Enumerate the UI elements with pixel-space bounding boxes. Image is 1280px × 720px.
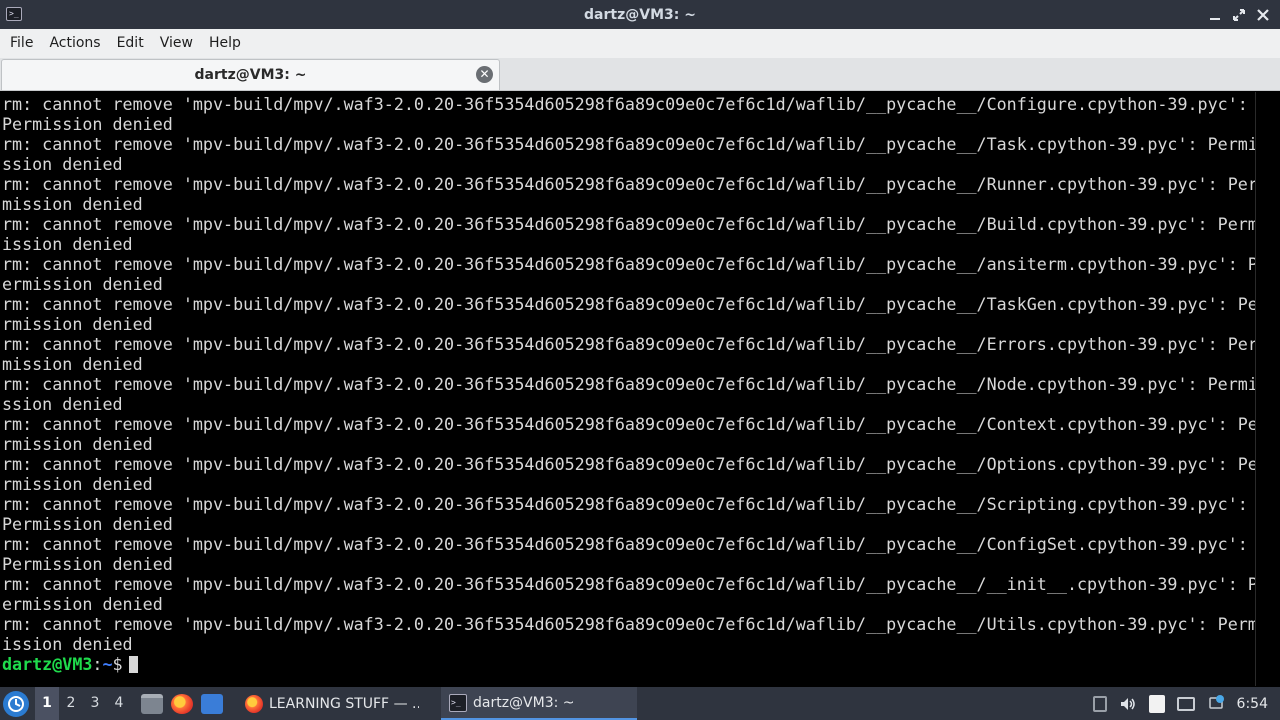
window-controls <box>1206 0 1272 29</box>
terminal-line: mission denied <box>2 354 143 374</box>
menu-edit[interactable]: Edit <box>109 29 152 58</box>
terminal-output: rm: cannot remove 'mpv-build/mpv/.waf3-2… <box>2 94 1256 674</box>
workspace-switcher: 1 2 3 4 <box>35 687 131 720</box>
taskbar: 1 2 3 4 LEARNING STUFF — ... >_ dartz@VM… <box>0 687 1280 720</box>
show-desktop-icon[interactable] <box>201 693 223 714</box>
terminal-line: rm: cannot remove 'mpv-build/mpv/.waf3-2… <box>2 214 1256 234</box>
display-icon[interactable] <box>1176 696 1195 711</box>
terminal-line: rm: cannot remove 'mpv-build/mpv/.waf3-2… <box>2 134 1256 154</box>
close-button[interactable] <box>1254 6 1272 24</box>
terminal-scrollbar[interactable] <box>1255 92 1279 686</box>
terminal-line: rm: cannot remove 'mpv-build/mpv/.waf3-2… <box>2 374 1256 394</box>
minimize-button[interactable] <box>1206 6 1224 24</box>
terminal-line: ermission denied <box>2 274 163 294</box>
restore-icon <box>1233 8 1245 21</box>
task-label: LEARNING STUFF — ... <box>269 695 419 712</box>
tab-label: dartz@VM3: ~ <box>194 67 307 83</box>
terminal-line: rm: cannot remove 'mpv-build/mpv/.waf3-2… <box>2 454 1256 474</box>
text-cursor <box>128 655 138 673</box>
terminal-line: Permission denied <box>2 554 173 574</box>
terminal-line: rm: cannot remove 'mpv-build/mpv/.waf3-2… <box>2 414 1256 434</box>
terminal-line: rm: cannot remove 'mpv-build/mpv/.waf3-2… <box>2 334 1256 354</box>
shell-prompt[interactable]: dartz@VM3: ~ $ <box>2 654 1256 674</box>
task-terminal[interactable]: >_ dartz@VM3: ~ <box>441 687 637 720</box>
terminal-app-icon[interactable]: >_ <box>6 7 22 21</box>
close-icon <box>1257 8 1269 21</box>
terminal-line: ermission denied <box>2 594 163 614</box>
terminal-line: rm: cannot remove 'mpv-build/mpv/.waf3-2… <box>2 574 1256 594</box>
terminal-line: rm: cannot remove 'mpv-build/mpv/.waf3-2… <box>2 174 1256 194</box>
maximize-button[interactable] <box>1230 6 1248 24</box>
task-firefox[interactable]: LEARNING STUFF — ... <box>237 687 427 720</box>
network-status-icon <box>1208 694 1224 709</box>
network-icon[interactable] <box>1207 694 1225 713</box>
task-label: dartz@VM3: ~ <box>473 694 575 711</box>
menu-bar: File Actions Edit View Help <box>0 29 1280 58</box>
terminal-line: Permission denied <box>2 514 173 534</box>
minimize-icon <box>1210 17 1220 20</box>
volume-icon[interactable] <box>1119 695 1137 713</box>
tab-terminal[interactable]: dartz@VM3: ~ ✕ <box>1 59 500 90</box>
prompt-path: ~ <box>102 654 113 674</box>
removable-media-icon[interactable] <box>1092 695 1107 712</box>
firefox-icon <box>245 694 263 713</box>
terminal-line: rm: cannot remove 'mpv-build/mpv/.waf3-2… <box>2 614 1256 634</box>
terminal-line: rm: cannot remove 'mpv-build/mpv/.waf3-2… <box>2 254 1256 274</box>
app-menu-icon[interactable] <box>3 690 29 717</box>
window-title: dartz@VM3: ~ <box>584 6 696 23</box>
speaker-icon <box>1120 697 1135 710</box>
terminal-line: rm: cannot remove 'mpv-build/mpv/.waf3-2… <box>2 294 1256 314</box>
file-manager-icon[interactable] <box>141 693 163 714</box>
terminal-line: rmission denied <box>2 474 153 494</box>
terminal-line: rm: cannot remove 'mpv-build/mpv/.waf3-2… <box>2 94 1248 114</box>
workspace-2[interactable]: 2 <box>59 687 83 720</box>
firefox-icon[interactable] <box>171 693 193 714</box>
workspace-4[interactable]: 4 <box>107 687 131 720</box>
terminal-line: rm: cannot remove 'mpv-build/mpv/.waf3-2… <box>2 534 1248 554</box>
workspace-3[interactable]: 3 <box>83 687 107 720</box>
clipboard-icon[interactable] <box>1148 694 1165 713</box>
prompt-symbol: $ <box>112 654 123 674</box>
tab-bar: dartz@VM3: ~ ✕ <box>0 58 1280 91</box>
workspace-1[interactable]: 1 <box>35 687 59 720</box>
clock[interactable]: 6:54 <box>1237 696 1268 712</box>
terminal-line: ission denied <box>2 634 133 654</box>
terminal-line: ssion denied <box>2 154 123 174</box>
menu-actions[interactable]: Actions <box>41 29 108 58</box>
terminal-line: mission denied <box>2 194 143 214</box>
terminal-view[interactable]: rm: cannot remove 'mpv-build/mpv/.waf3-2… <box>0 92 1280 686</box>
menu-view[interactable]: View <box>152 29 201 58</box>
prompt-separator: : <box>92 654 103 674</box>
terminal-line: Permission denied <box>2 114 173 134</box>
terminal-line: rm: cannot remove 'mpv-build/mpv/.waf3-2… <box>2 494 1248 514</box>
terminal-line: ission denied <box>2 234 133 254</box>
terminal-line: rmission denied <box>2 314 153 334</box>
quick-launch <box>141 693 223 714</box>
menu-file[interactable]: File <box>2 29 41 58</box>
start-logo-icon <box>8 695 24 712</box>
prompt-user: dartz@VM3 <box>2 654 93 674</box>
window-titlebar[interactable]: >_ dartz@VM3: ~ <box>0 0 1280 29</box>
terminal-line: rmission denied <box>2 434 153 454</box>
terminal-icon: >_ <box>449 693 467 712</box>
terminal-line: ssion denied <box>2 394 123 414</box>
menu-help[interactable]: Help <box>201 29 249 58</box>
system-tray: 6:54 <box>1092 694 1280 713</box>
tab-close-icon[interactable]: ✕ <box>476 66 493 83</box>
